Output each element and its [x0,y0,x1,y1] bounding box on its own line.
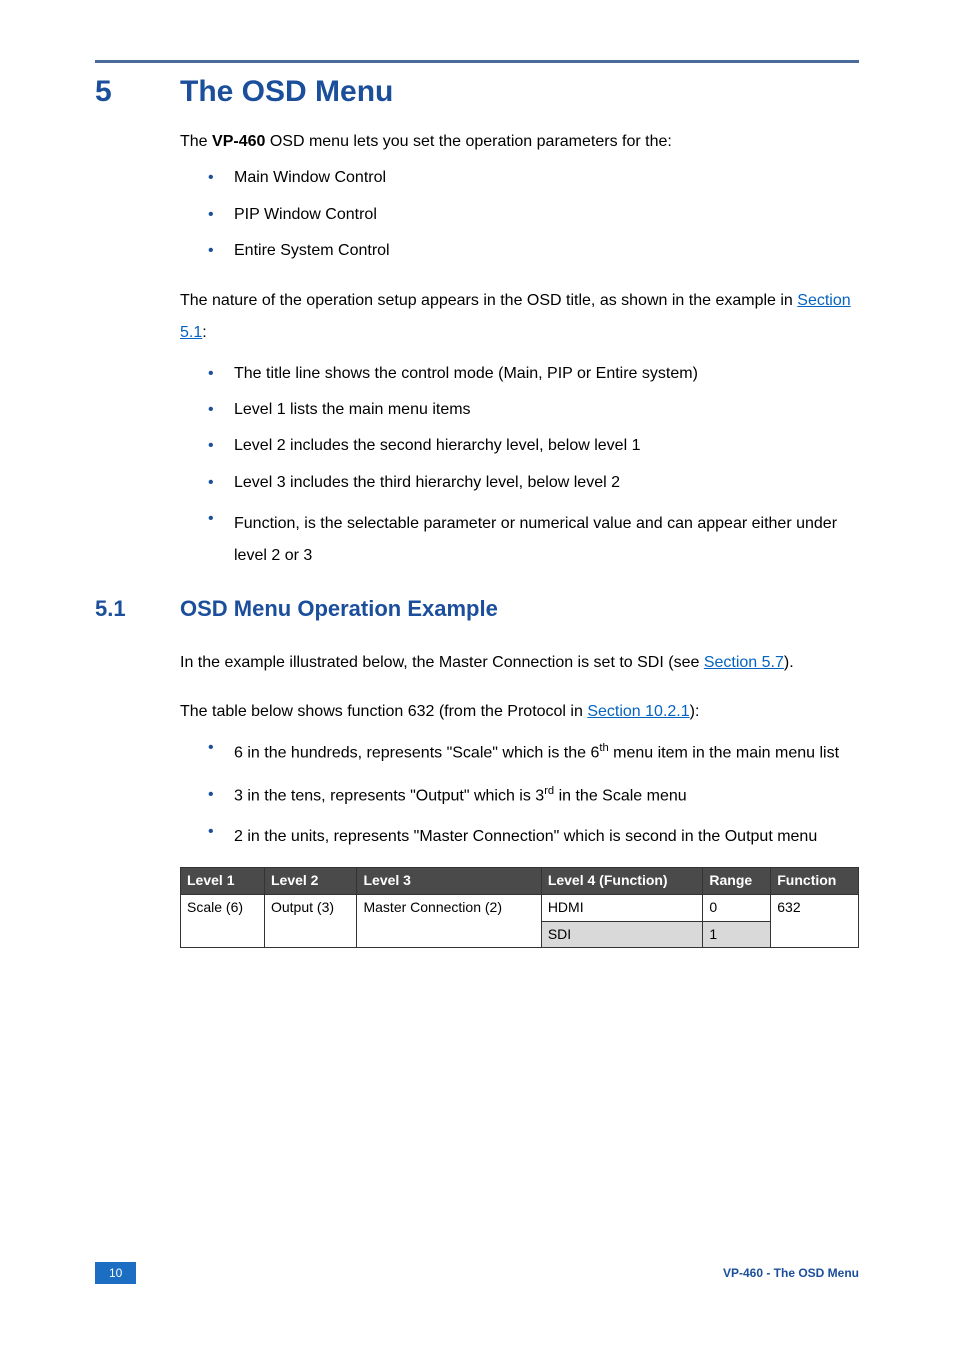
bullet-icon: • [208,784,234,808]
bullet-text: 6 in the hundreds, represents "Scale" wh… [234,737,859,769]
table-intro-suffix: ): [690,703,700,720]
function-table: Level 1 Level 2 Level 3 Level 4 (Functio… [180,867,859,948]
subsection-number: 5.1 [95,594,180,625]
bullet-icon: • [208,399,234,421]
th-range: Range [703,868,771,895]
example-suffix: ). [784,654,794,671]
footer-right-text: VP-460 - The OSD Menu [723,1266,859,1280]
bullet-text: Function, is the selectable parameter or… [234,508,859,572]
section-title: The OSD Menu [180,75,393,109]
cell-level4: SDI [541,921,703,948]
bullet-icon: • [208,204,234,226]
intro-paragraph: The VP-460 OSD menu lets you set the ope… [180,131,859,153]
bullet-text: The title line shows the control mode (M… [234,363,859,385]
table-row: Scale (6) Output (3) Master Connection (… [181,894,859,921]
text-part: menu item in the main menu list [609,745,839,762]
page-footer: 10 VP-460 - The OSD Menu [0,1262,954,1284]
list-item: •Level 3 includes the third hierarchy le… [208,472,859,494]
subsection-title: OSD Menu Operation Example [180,594,498,625]
th-level3: Level 3 [357,868,541,895]
section-10-2-1-link[interactable]: Section 10.2.1 [587,703,689,720]
list-item: • 3 in the tens, represents "Output" whi… [208,784,859,808]
section-heading: 5 The OSD Menu [95,75,859,109]
bullet-text: Level 2 includes the second hierarchy le… [234,435,859,457]
bullet-text: Entire System Control [234,240,859,262]
bullet-text: 3 in the tens, represents "Output" which… [234,784,859,808]
intro-suffix: OSD menu lets you set the operation para… [265,133,671,150]
list-item: • 2 in the units, represents "Master Con… [208,821,859,853]
nature-paragraph: The nature of the operation setup appear… [180,285,859,349]
bullet-icon: • [208,167,234,189]
page-number-badge: 10 [95,1262,136,1284]
section-5-7-link[interactable]: Section 5.7 [704,654,784,671]
th-level2: Level 2 [264,868,357,895]
cell-level2: Output (3) [264,894,357,947]
intro-bullet-list: •Main Window Control •PIP Window Control… [180,167,859,262]
text-part: in the Scale menu [554,787,687,804]
nature-bullet-list: •The title line shows the control mode (… [180,363,859,573]
nature-prefix: The nature of the operation setup appear… [180,292,797,309]
intro-prefix: The [180,133,212,150]
table-intro-paragraph: The table below shows function 632 (from… [180,701,859,723]
th-level1: Level 1 [181,868,265,895]
list-item: •Function, is the selectable parameter o… [208,508,859,572]
cell-level3: Master Connection (2) [357,894,541,947]
intro-bold: VP-460 [212,133,265,150]
bullet-text: PIP Window Control [234,204,859,226]
subsection-heading: 5.1 OSD Menu Operation Example [95,594,859,625]
bullet-icon: • [208,435,234,457]
th-level4: Level 4 (Function) [541,868,703,895]
cell-range: 0 [703,894,771,921]
list-item: •PIP Window Control [208,204,859,226]
bullet-text: 2 in the units, represents "Master Conne… [234,821,859,853]
cell-range: 1 [703,921,771,948]
list-item: •Entire System Control [208,240,859,262]
example-prefix: In the example illustrated below, the Ma… [180,654,704,671]
bullet-text: Main Window Control [234,167,859,189]
bullet-icon: • [208,737,234,769]
bullet-icon: • [208,363,234,385]
bullet-text: Level 3 includes the third hierarchy lev… [234,472,859,494]
nature-suffix: : [202,324,206,341]
text-part: 3 in the tens, represents "Output" which… [234,787,544,804]
table-intro-prefix: The table below shows function 632 (from… [180,703,587,720]
cell-level1: Scale (6) [181,894,265,947]
bullet-text: Level 1 lists the main menu items [234,399,859,421]
function-bullet-list: • 6 in the hundreds, represents "Scale" … [180,737,859,853]
bullet-icon: • [208,508,234,572]
bullet-icon: • [208,240,234,262]
text-part: 6 in the hundreds, represents "Scale" wh… [234,745,599,762]
ordinal-sup: rd [544,785,554,797]
th-function: Function [771,868,859,895]
section-number: 5 [95,75,180,109]
list-item: •The title line shows the control mode (… [208,363,859,385]
list-item: •Level 2 includes the second hierarchy l… [208,435,859,457]
bullet-icon: • [208,472,234,494]
cell-level4: HDMI [541,894,703,921]
list-item: •Level 1 lists the main menu items [208,399,859,421]
ordinal-sup: th [599,742,608,754]
example-paragraph: In the example illustrated below, the Ma… [180,647,859,679]
bullet-icon: • [208,821,234,853]
table-header-row: Level 1 Level 2 Level 3 Level 4 (Functio… [181,868,859,895]
list-item: •Main Window Control [208,167,859,189]
list-item: • 6 in the hundreds, represents "Scale" … [208,737,859,769]
top-rule [95,60,859,63]
cell-function: 632 [771,894,859,947]
